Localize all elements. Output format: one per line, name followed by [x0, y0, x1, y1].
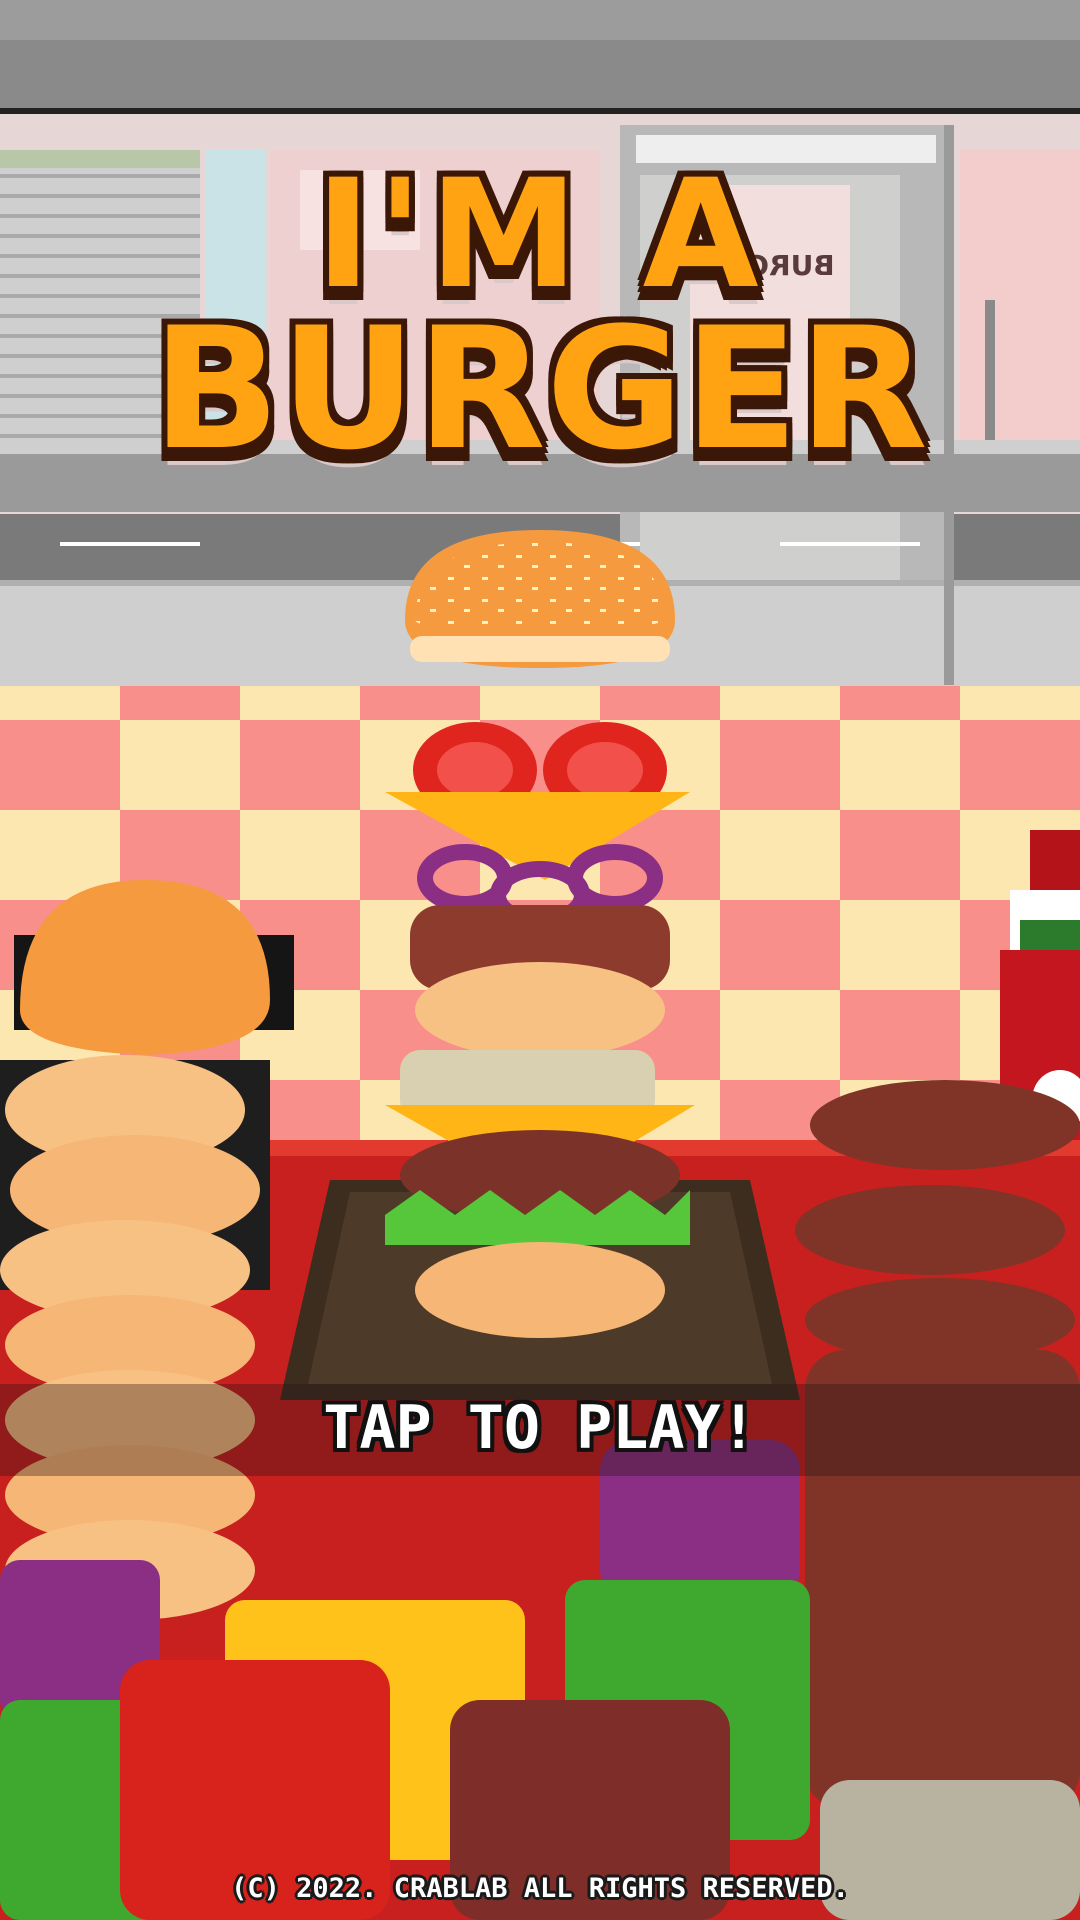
copyright-text: (C) 2022. CRABLAB ALL RIGHTS RESERVED. [231, 1873, 849, 1904]
burger-stack [385, 530, 695, 1338]
left-bun-stack [0, 880, 270, 1620]
tap-to-play-button[interactable]: TAP TO PLAY! [0, 1388, 1080, 1468]
game-title: I'M A BURGER [0, 160, 1080, 474]
top-bun [405, 530, 675, 668]
bottom-bun [415, 1242, 665, 1338]
title-line-1: I'M A [315, 148, 765, 322]
middle-bun [415, 962, 665, 1058]
top-banner [0, 0, 1080, 114]
title-line-2: BURGER [152, 291, 928, 487]
